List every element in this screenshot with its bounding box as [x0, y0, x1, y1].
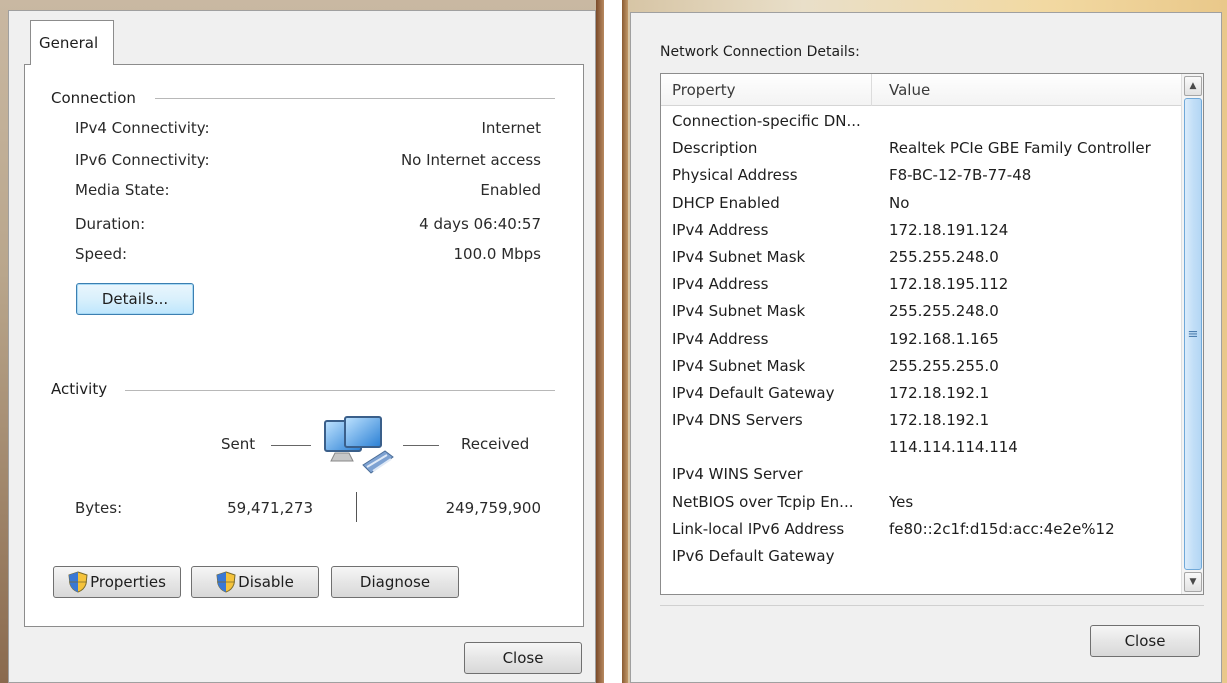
property-cell: Connection-specific DN...	[672, 112, 861, 130]
received-line	[403, 445, 439, 446]
list-item[interactable]: Connection-specific DN...	[661, 108, 1181, 135]
disable-label: Disable	[238, 573, 294, 591]
property-cell: IPv4 Default Gateway	[672, 383, 835, 402]
column-separator[interactable]	[871, 74, 872, 106]
connection-group-line	[155, 98, 555, 99]
ipv4-connectivity-value: Internet	[481, 119, 541, 137]
media-state-value: Enabled	[480, 181, 541, 199]
list-item[interactable]: Link-local IPv6 Address fe80::2c1f:d15d:a…	[661, 516, 1181, 543]
value-cell: No	[889, 193, 910, 212]
ipv6-connectivity-value: No Internet access	[400, 151, 541, 169]
tab-general[interactable]: General	[30, 20, 114, 65]
vertical-scrollbar[interactable]: ▲ ≡ ▼	[1181, 74, 1203, 594]
value-cell: 255.255.248.0	[889, 247, 999, 266]
sent-label: Sent	[221, 435, 256, 453]
list-header: Property Value	[661, 74, 1181, 106]
sent-line	[271, 445, 311, 446]
column-property[interactable]: Property	[672, 81, 735, 99]
property-cell: Link-local IPv6 Address	[672, 519, 845, 538]
scroll-grip-icon: ≡	[1187, 326, 1199, 342]
value-cell: 192.168.1.165	[889, 329, 999, 348]
value-cell: 172.18.192.1	[889, 383, 990, 402]
list-item[interactable]: IPv4 Address 172.18.191.124	[661, 217, 1181, 244]
list-item[interactable]: IPv4 Address 192.168.1.165	[661, 326, 1181, 353]
list-item[interactable]: IPv6 Default Gateway	[661, 543, 1181, 570]
window-gap	[604, 0, 622, 683]
ipv6-connectivity-label: IPv6 Connectivity:	[75, 151, 210, 169]
duration-value: 4 days 06:40:57	[419, 215, 541, 233]
value-cell: 172.18.195.112	[889, 275, 1009, 294]
details-divider	[660, 605, 1204, 606]
list-item[interactable]: Physical Address F8-BC-12-7B-77-48	[661, 162, 1181, 189]
ipv4-connectivity-label: IPv4 Connectivity:	[75, 119, 210, 137]
bytes-received-value: 249,759,900	[445, 499, 541, 517]
property-cell: NetBIOS over Tcpip En...	[672, 492, 854, 511]
bytes-sent-value: 59,471,273	[227, 499, 313, 517]
duration-label: Duration:	[75, 215, 146, 233]
close-button-right[interactable]: Close	[1090, 625, 1200, 657]
property-cell: IPv4 Address	[672, 220, 769, 239]
value-cell: 172.18.191.124	[889, 220, 1009, 239]
network-computers-icon	[324, 416, 394, 474]
speed-label: Speed:	[75, 245, 128, 263]
property-cell: IPv4 Subnet Mask	[672, 356, 806, 375]
property-cell: IPv4 Subnet Mask	[672, 247, 806, 266]
bytes-separator	[356, 492, 357, 522]
column-value[interactable]: Value	[889, 81, 930, 99]
disable-button[interactable]: Disable	[191, 566, 319, 598]
list-body: Connection-specific DN... Description Real…	[661, 108, 1181, 594]
scroll-up-icon[interactable]: ▲	[1184, 76, 1202, 96]
scroll-down-icon[interactable]: ▼	[1184, 572, 1202, 592]
list-item[interactable]: IPv4 Subnet Mask 255.255.255.0	[661, 353, 1181, 380]
received-label: Received	[461, 435, 530, 453]
list-item[interactable]: IPv4 Subnet Mask 255.255.248.0	[661, 298, 1181, 325]
list-item[interactable]: IPv4 Address 172.18.195.112	[661, 271, 1181, 298]
list-item[interactable]: NetBIOS over Tcpip En... Yes	[661, 489, 1181, 516]
value-cell: fe80::2c1f:d15d:acc:4e2e%12	[889, 519, 1115, 538]
property-cell: Physical Address	[672, 166, 798, 185]
value-cell: Realtek PCIe GBE Family Controller	[889, 139, 1151, 158]
list-item[interactable]: Description Realtek PCIe GBE Family Contr…	[661, 135, 1181, 162]
property-cell: IPv4 DNS Servers	[672, 411, 803, 430]
list-item[interactable]: 114.114.114.114	[661, 434, 1181, 461]
list-item[interactable]: IPv4 WINS Server	[661, 461, 1181, 488]
bytes-label: Bytes:	[75, 499, 123, 517]
property-cell: IPv4 WINS Server	[672, 465, 803, 484]
diagnose-button[interactable]: Diagnose	[331, 566, 459, 598]
speed-value: 100.0 Mbps	[453, 245, 541, 263]
activity-group-line	[125, 390, 555, 391]
property-cell: Description	[672, 139, 758, 158]
value-cell: F8-BC-12-7B-77-48	[889, 166, 1032, 185]
activity-group-title: Activity	[51, 380, 116, 398]
property-cell: IPv4 Address	[672, 275, 769, 294]
connection-group-title: Connection	[51, 89, 144, 107]
value-cell: 114.114.114.114	[889, 438, 1018, 457]
media-state-label: Media State:	[75, 181, 170, 199]
property-cell: IPv4 Address	[672, 329, 769, 348]
scroll-thumb[interactable]: ≡	[1184, 98, 1202, 570]
details-list: Property Value Connection-specific DN...…	[660, 73, 1204, 595]
property-cell: IPv4 Subnet Mask	[672, 302, 806, 321]
property-cell: IPv6 Default Gateway	[672, 547, 835, 565]
list-item[interactable]: IPv4 Subnet Mask 255.255.248.0	[661, 244, 1181, 271]
details-button[interactable]: Details...	[76, 283, 194, 315]
value-cell: 255.255.248.0	[889, 302, 999, 321]
value-cell: Yes	[889, 492, 914, 511]
property-cell: DHCP Enabled	[672, 193, 780, 212]
properties-label: Properties	[90, 573, 166, 591]
list-item[interactable]: IPv4 DNS Servers 172.18.192.1	[661, 407, 1181, 434]
properties-button[interactable]: Properties	[53, 566, 181, 598]
list-item[interactable]: IPv4 Default Gateway 172.18.192.1	[661, 380, 1181, 407]
details-title: Network Connection Details:	[660, 44, 860, 60]
uac-shield-icon	[216, 571, 236, 593]
value-cell: 172.18.192.1	[889, 411, 990, 430]
close-button-left[interactable]: Close	[464, 642, 582, 674]
list-item[interactable]: DHCP Enabled No	[661, 190, 1181, 217]
general-tab-panel: Connection IPv4 Connectivity: Internet I…	[24, 64, 584, 627]
value-cell: 255.255.255.0	[889, 356, 999, 375]
uac-shield-icon	[68, 571, 88, 593]
